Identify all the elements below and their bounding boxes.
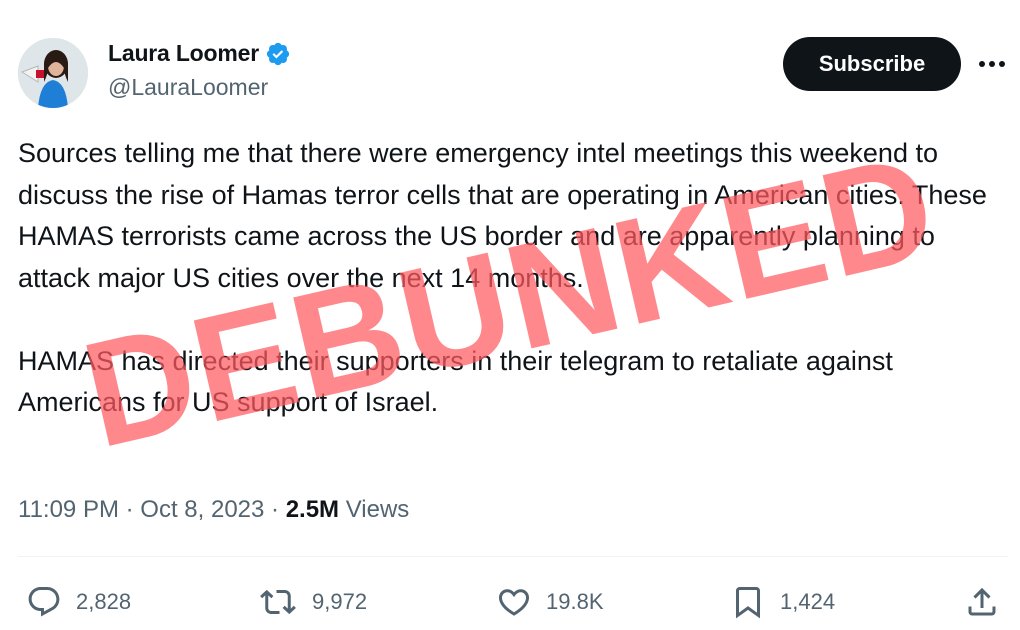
subscribe-button[interactable]: Subscribe	[783, 37, 961, 91]
meta-space	[339, 496, 346, 524]
meta-separator: ·	[264, 496, 286, 523]
author-name-row: Laura Loomer	[108, 40, 291, 67]
tweet-text: Sources telling me that there were emerg…	[18, 133, 1008, 424]
repost-icon	[260, 589, 296, 615]
tweet-paragraph: Sources telling me that there were emerg…	[18, 138, 987, 293]
tweet-time[interactable]: 11:09 PM	[18, 496, 119, 524]
repost-button[interactable]: 9,972	[258, 580, 367, 624]
more-options-button[interactable]	[976, 50, 1008, 78]
avatar-photo-icon	[18, 38, 88, 108]
like-button[interactable]: 19.8K	[496, 580, 604, 624]
tweet-meta: 11:09 PM · Oct 8, 2023 · 2.5M Views	[18, 496, 409, 524]
divider	[18, 556, 1008, 557]
reply-button[interactable]: 2,828	[26, 580, 131, 624]
more-dots-icon	[979, 61, 1005, 67]
bookmark-button[interactable]: 1,424	[730, 580, 835, 624]
share-button[interactable]	[964, 580, 1000, 624]
reply-count: 2,828	[76, 589, 132, 614]
verified-badge-icon	[265, 41, 291, 67]
bookmark-icon	[736, 587, 760, 619]
share-icon	[968, 587, 996, 616]
meta-separator: ·	[118, 496, 141, 523]
heart-icon	[498, 589, 530, 616]
repost-count: 9,972	[312, 589, 368, 614]
author-handle[interactable]: @LauraLoomer	[108, 74, 268, 101]
views-count: 2.5M	[285, 496, 340, 523]
tweet-paragraph: HAMAS has directed their supporters in t…	[18, 345, 893, 418]
action-bar: 2,828 9,972 19.8K 1,424	[0, 580, 1020, 624]
avatar[interactable]	[18, 38, 88, 108]
tweet-date[interactable]: Oct 8, 2023	[140, 496, 264, 524]
author-display-name[interactable]: Laura Loomer	[108, 40, 259, 67]
like-count: 19.8K	[546, 589, 604, 614]
reply-icon	[28, 587, 60, 617]
views-label: Views	[345, 496, 410, 523]
bookmark-count: 1,424	[780, 589, 836, 614]
